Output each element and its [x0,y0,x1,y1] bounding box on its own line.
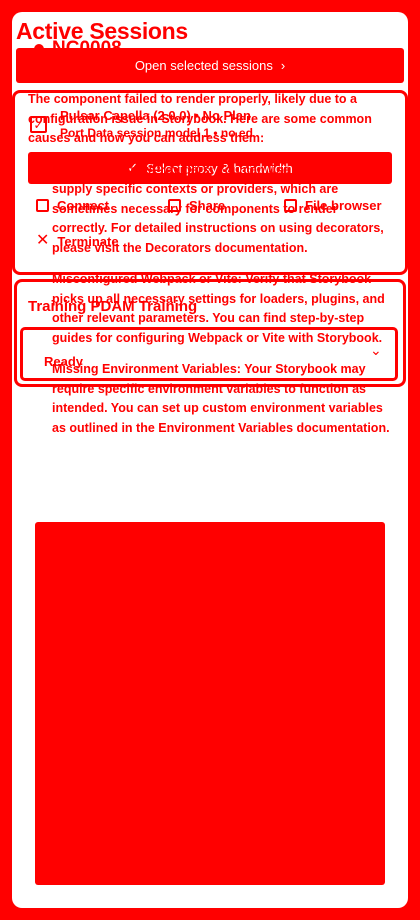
render-error-message: The component failed to render properly,… [28,90,390,450]
error-item-providers: Missing Context/Providers: You can use d… [28,161,390,259]
chevron-right-icon: › [280,58,286,73]
open-selected-label: Open selected sessions [134,58,273,73]
error-item-env: Missing Environment Variables: Your Stor… [28,360,390,438]
error-intro: The component failed to render properly,… [28,92,372,145]
error-item-label: Missing Environment Variables: [52,362,241,376]
placeholder-panel [35,522,385,885]
open-selected-sessions-button[interactable]: Open selected sessions › [16,48,404,83]
error-item-label: Missing Context/Providers: [52,162,214,177]
error-item-label: Misconfigured Webpack or Vite: [52,272,242,286]
error-item-webpack: Misconfigured Webpack or Vite: Verify th… [28,270,390,348]
